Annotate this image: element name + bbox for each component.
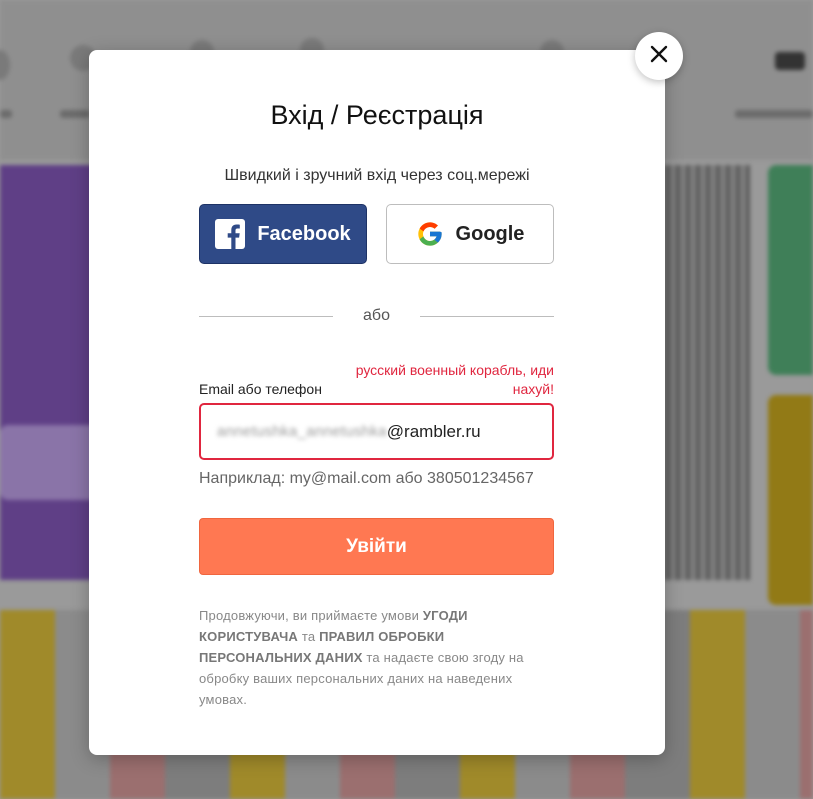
divider-or-text: або — [363, 307, 390, 324]
email-field-label: Email або телефон — [199, 381, 322, 397]
divider-line-left — [199, 316, 333, 317]
login-submit-button[interactable]: Увійти — [199, 518, 554, 575]
facebook-login-label: Facebook — [257, 222, 351, 245]
google-login-label: Google — [455, 222, 525, 245]
terms-text: Продовжуючи, ви приймаєте умови УГОДИ КО… — [199, 605, 554, 710]
facebook-icon — [215, 219, 246, 249]
close-modal-button[interactable] — [635, 32, 683, 80]
close-icon — [649, 44, 669, 69]
social-login-subtitle: Швидкий і зручний вхід через соц.мережі — [224, 167, 530, 184]
divider-line-right — [420, 316, 554, 317]
terms-text-part1: Продовжуючи, ви приймаєте умови — [199, 608, 423, 623]
google-login-button[interactable]: Google — [386, 204, 554, 264]
login-modal: Вхід / Реєстрація Швидкий і зручний вхід… — [89, 50, 665, 755]
terms-text-part2: та — [298, 629, 320, 644]
email-value-blurred: annetushka_annetushka — [217, 423, 387, 440]
email-field-hint: Наприклад: my@mail.com або 380501234567 — [199, 470, 534, 487]
google-icon — [416, 220, 444, 248]
email-error-message: русский военный корабль, иди нахуй! — [355, 362, 554, 397]
login-submit-label: Увійти — [346, 535, 407, 557]
email-field[interactable]: annetushka_annetushka @rambler.ru — [199, 403, 554, 460]
background-promo-yellow — [768, 395, 813, 605]
background-promo-green — [768, 165, 813, 375]
facebook-login-button[interactable]: Facebook — [199, 204, 367, 264]
modal-title: Вхід / Реєстрація — [270, 100, 484, 130]
email-value-domain: @rambler.ru — [386, 421, 481, 441]
